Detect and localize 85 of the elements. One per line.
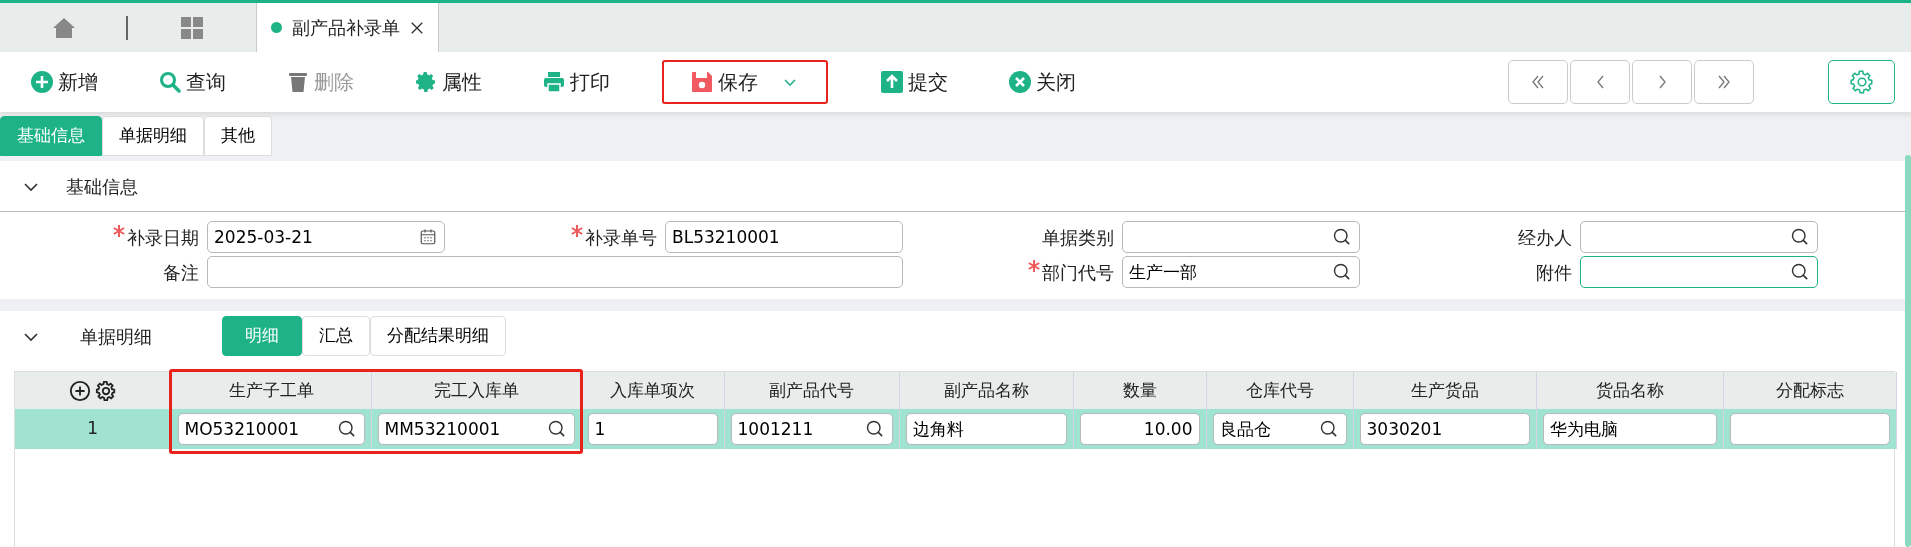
close-icon (410, 20, 424, 35)
search-icon (1318, 419, 1339, 439)
caret-icon (784, 78, 796, 86)
column-header: 完工入库单 (371, 372, 581, 409)
field-label: 经办人 (1518, 225, 1572, 250)
column-header: 分配标志 (1723, 372, 1896, 409)
lookup-field[interactable] (1580, 221, 1818, 253)
row-number: 1 (15, 409, 171, 449)
tab-label[interactable]: 副产品补录单 (292, 14, 400, 41)
toolbar-button[interactable]: 属性 (406, 60, 490, 104)
input-field[interactable]: 1 (587, 413, 718, 445)
lookup-field[interactable] (1580, 256, 1818, 288)
field-label: 备注 (163, 260, 199, 285)
lookup-field[interactable]: 1001211 (730, 413, 893, 445)
add-row-icon (68, 379, 91, 402)
pager-button[interactable] (1694, 60, 1754, 104)
document-tab[interactable]: 副产品补录单 (256, 3, 439, 52)
toolbar-button[interactable]: 打印 (534, 60, 618, 104)
toolbar-button[interactable]: 提交 (872, 60, 956, 104)
upload-icon (880, 70, 904, 94)
field-label: 附件 (1536, 260, 1572, 285)
home-icon (52, 15, 76, 40)
page-tab[interactable]: 其他 (204, 116, 272, 156)
toolbar-button[interactable]: 保存 (662, 60, 828, 104)
column-header: 仓库代号 (1206, 372, 1353, 409)
add-icon (30, 70, 54, 94)
toolbar-button[interactable]: 关闭 (1000, 60, 1084, 104)
field-label: 补录单号 (585, 225, 657, 250)
settings-icon (94, 379, 117, 402)
search-icon (158, 70, 182, 94)
column-header: 数量 (1073, 372, 1206, 409)
toolbar-button[interactable]: 查询 (150, 60, 234, 104)
chevron-right-icon (1658, 75, 1666, 89)
scrollbar[interactable] (1905, 155, 1911, 547)
trash-icon (286, 70, 310, 94)
input-field[interactable]: 10.00 (1079, 413, 1200, 445)
lookup-field[interactable]: MO53210001 (177, 413, 365, 445)
first-page-icon (1532, 75, 1544, 89)
search-icon (1790, 262, 1810, 282)
grid-icon (180, 15, 204, 40)
column-header: 生产货品 (1353, 372, 1536, 409)
input-field[interactable]: 3030201 (1359, 413, 1530, 445)
column-header: 入库单项次 (581, 372, 724, 409)
search-icon (546, 419, 567, 439)
lookup-field[interactable]: MM53210001 (377, 413, 575, 445)
pager-button[interactable] (1508, 60, 1568, 104)
field-label: 补录日期 (127, 225, 199, 250)
search-icon (336, 419, 357, 439)
close-icon (1008, 70, 1032, 94)
search-icon (1790, 227, 1810, 247)
search-icon (1332, 227, 1352, 247)
save-icon (690, 70, 714, 94)
lookup-field[interactable]: 生产一部 (1122, 256, 1360, 288)
calendar-icon (419, 228, 437, 246)
field-label: 单据类别 (1042, 225, 1114, 250)
date-field[interactable]: 2025-03-21 (207, 221, 445, 253)
subtab[interactable]: 分配结果明细 (370, 316, 506, 356)
printer-icon (542, 70, 566, 94)
status-dot (271, 22, 282, 33)
section-title: 单据明细 (80, 324, 152, 349)
input-field[interactable] (207, 256, 903, 288)
settings-icon (1848, 69, 1875, 95)
lookup-field[interactable] (1122, 221, 1360, 253)
search-icon (1332, 262, 1352, 282)
input-field[interactable]: BL53210001 (665, 221, 903, 253)
column-header: 副产品代号 (724, 372, 899, 409)
last-page-icon (1718, 75, 1730, 89)
pager-button[interactable] (1570, 60, 1630, 104)
input-field[interactable]: 边角料 (905, 413, 1067, 445)
column-header: 副产品名称 (899, 372, 1073, 409)
lookup-field[interactable]: 良品仓 (1212, 413, 1347, 445)
chevron-left-icon (1596, 75, 1604, 89)
input-field[interactable] (1729, 413, 1890, 445)
settings-icon (414, 70, 438, 94)
field-label: 部门代号 (1042, 260, 1114, 285)
search-icon (864, 419, 885, 439)
section-title: 基础信息 (66, 174, 138, 199)
column-header: 货品名称 (1536, 372, 1723, 409)
column-header: 生产子工单 (171, 372, 371, 409)
subtab[interactable]: 汇总 (302, 316, 370, 356)
settings-button[interactable] (1828, 60, 1895, 104)
toolbar-button[interactable]: 新增 (22, 60, 106, 104)
pager-button[interactable] (1632, 60, 1692, 104)
page-tab[interactable]: 单据明细 (102, 116, 204, 156)
input-field[interactable]: 华为电脑 (1542, 413, 1717, 445)
